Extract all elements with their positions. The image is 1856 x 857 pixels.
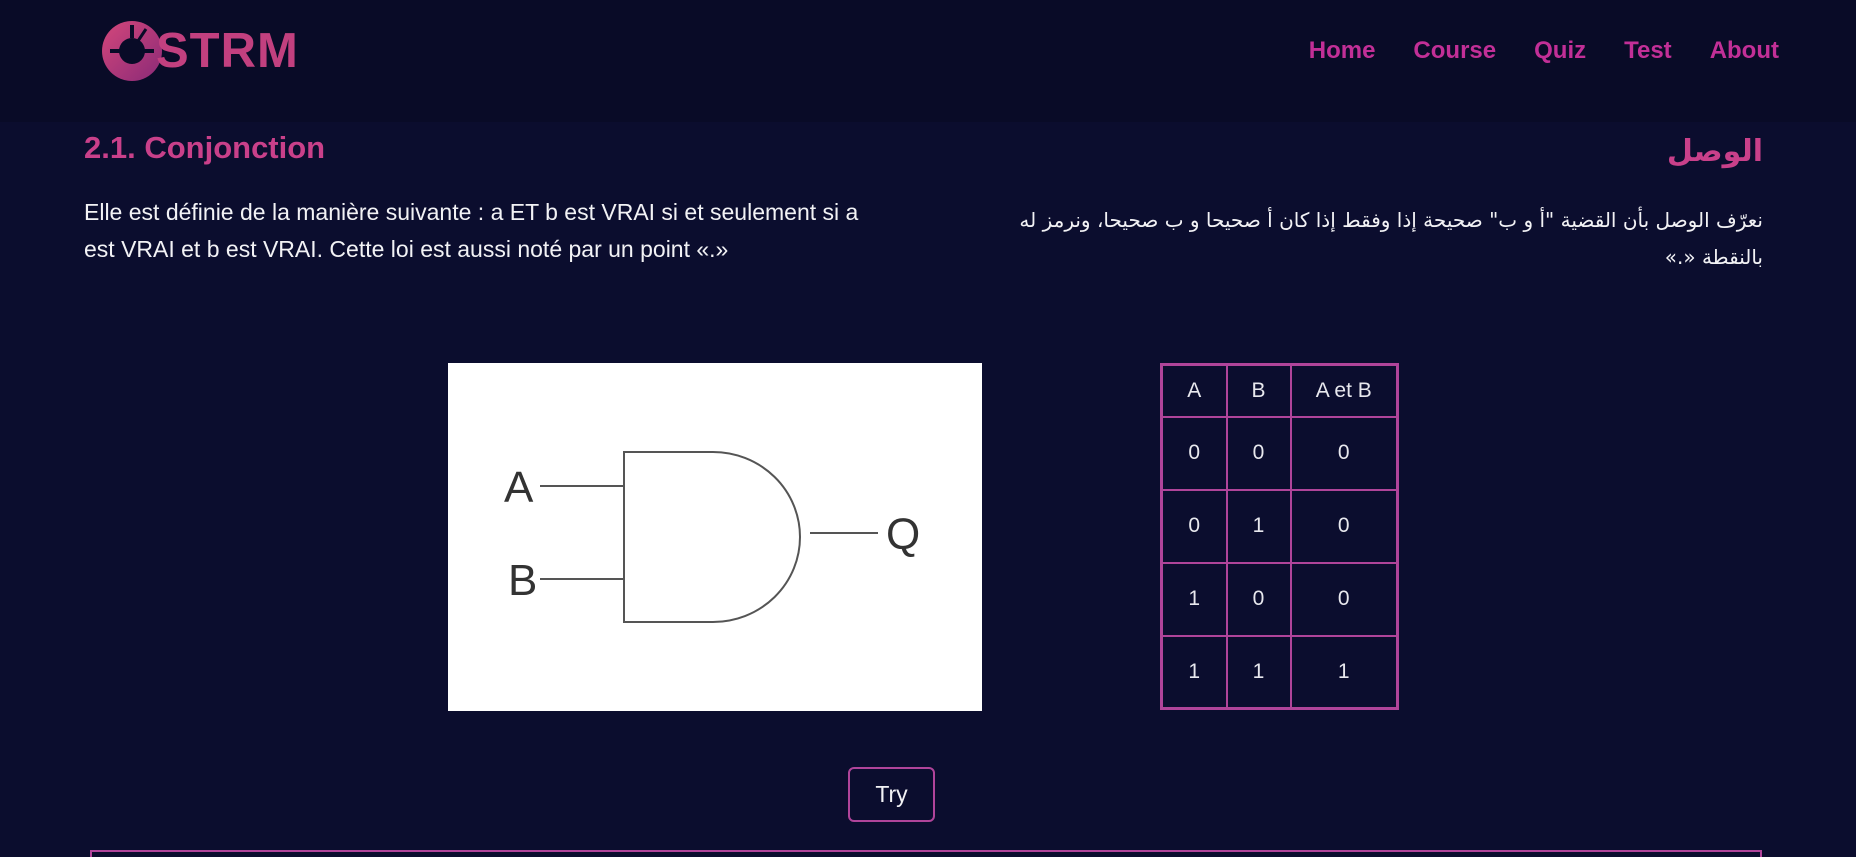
table-row: 1 0 0 <box>1160 561 1399 637</box>
nav-home[interactable]: Home <box>1309 36 1376 66</box>
header-a-et-b: A et B <box>1289 363 1399 418</box>
logo-icon <box>102 21 162 81</box>
definition-text-ar: نعرّف الوصل بأن القضية "أ و ب" صحيحة إذا… <box>1019 208 1763 269</box>
table-cell: 0 <box>1289 415 1399 491</box>
try-button[interactable]: Try <box>848 767 935 822</box>
section-title-fr: 2.1. Conjonction <box>84 130 326 165</box>
table-cell: 0 <box>1160 488 1228 564</box>
table-cell: 0 <box>1225 415 1292 491</box>
header-b: B <box>1225 363 1292 418</box>
nav-test[interactable]: Test <box>1624 36 1672 66</box>
header-a: A <box>1160 363 1228 418</box>
gate-label-b: B <box>508 556 537 605</box>
table-row: 0 1 0 <box>1160 488 1399 564</box>
table-row: 1 1 1 <box>1160 634 1399 710</box>
table-cell: 0 <box>1289 488 1399 564</box>
table-cell: 1 <box>1225 634 1292 710</box>
logo[interactable]: STRM <box>100 19 299 83</box>
table-row: 0 0 0 <box>1160 415 1399 491</box>
nav-about[interactable]: About <box>1710 36 1779 66</box>
table-cell: 1 <box>1289 634 1399 710</box>
table-cell: 0 <box>1289 561 1399 637</box>
table-cell: 1 <box>1160 634 1228 710</box>
definition-text-fr: Elle est définie de la manière suivante … <box>84 199 859 262</box>
section-title-ar: الوصل <box>1666 134 1763 169</box>
main-nav: Home Course Quiz Test About <box>1309 36 1779 66</box>
truth-table-header: A B A et B <box>1160 363 1399 418</box>
and-gate-diagram: A B Q <box>448 363 982 711</box>
nav-course[interactable]: Course <box>1413 36 1496 66</box>
section-divider <box>90 850 1762 857</box>
nav-quiz[interactable]: Quiz <box>1534 36 1586 66</box>
truth-table: A B A et B 0 0 0 0 1 0 1 0 0 1 1 1 <box>1160 363 1399 710</box>
and-gate-svg: A B Q <box>504 451 920 623</box>
table-cell: 1 <box>1225 488 1292 564</box>
table-cell: 1 <box>1160 561 1228 637</box>
table-cell: 0 <box>1160 415 1228 491</box>
header: STRM Home Course Quiz Test About <box>0 0 1856 122</box>
logo-text: STRM <box>156 24 299 78</box>
gate-label-q: Q <box>886 510 920 559</box>
table-cell: 0 <box>1225 561 1292 637</box>
gate-label-a: A <box>504 463 534 512</box>
and-gate-shape <box>623 451 801 623</box>
